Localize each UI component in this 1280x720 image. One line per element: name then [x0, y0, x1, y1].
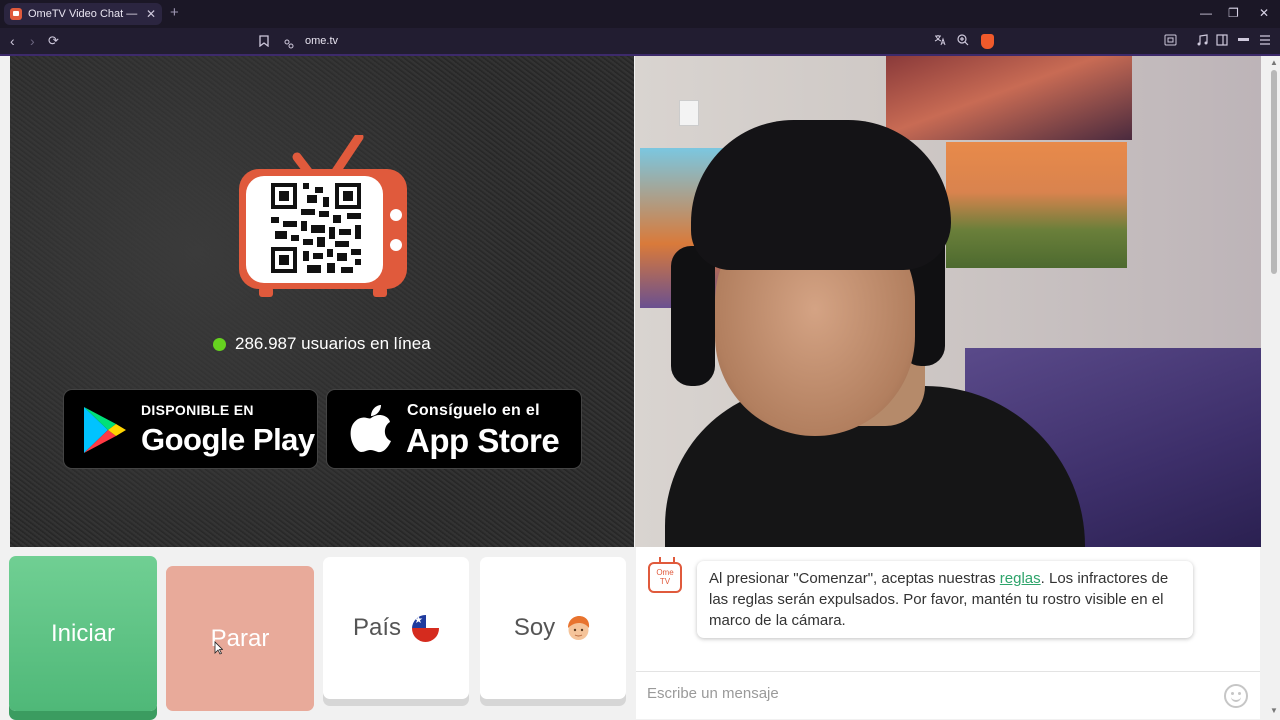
back-button[interactable]: ‹ [10, 33, 15, 49]
message-input[interactable]: Escribe un mensaje [636, 671, 1260, 719]
window-close-button[interactable]: ✕ [1259, 6, 1269, 20]
new-tab-button[interactable]: + [170, 4, 179, 21]
stop-button[interactable]: Parar [166, 567, 314, 711]
emoji-picker-icon[interactable] [1224, 684, 1248, 708]
wall-poster [886, 56, 1132, 140]
chat-logo-line2: TV [659, 577, 671, 586]
light-switch [679, 100, 699, 126]
country-button-label: País [352, 614, 402, 641]
system-message-bubble: Al presionar "Comenzar", aceptas nuestra… [697, 561, 1193, 638]
menu-icon[interactable] [1259, 34, 1271, 49]
online-status-dot-icon [213, 337, 226, 351]
boy-avatar-icon [568, 615, 590, 640]
gender-button[interactable]: Soy [480, 557, 626, 699]
google-play-small-text: DISPONIBLE EN [141, 402, 254, 418]
brave-shield-icon[interactable] [981, 34, 994, 49]
headset-left [671, 246, 715, 386]
online-users-text: 286.987 usuarios en línea [235, 334, 431, 353]
scrollbar-thumb[interactable] [1271, 70, 1277, 274]
wallet-icon[interactable] [1237, 34, 1250, 49]
ometv-chat-logo-icon: Ome TV [648, 562, 682, 593]
site-info-icon[interactable] [284, 36, 294, 52]
tab-close-icon[interactable]: ✕ [146, 7, 156, 21]
promo-panel: 286.987 usuarios en línea DISPONIBLE EN … [10, 56, 634, 547]
reload-button[interactable]: ⟳ [48, 33, 59, 49]
ometv-tv-qr-logo[interactable] [237, 135, 409, 299]
wall-poster [946, 142, 1127, 268]
chile-flag-icon: ★ [412, 614, 440, 642]
ometv-favicon-icon [10, 8, 22, 20]
rules-link[interactable]: reglas [1000, 570, 1041, 587]
start-button-label: Iniciar [50, 619, 116, 647]
app-store-small-text: Consíguelo en el [407, 402, 540, 419]
apple-logo-icon [350, 405, 391, 453]
message-text-start: Al presionar "Comenzar", aceptas nuestra… [709, 570, 1000, 587]
extensions-icon[interactable] [1164, 34, 1177, 49]
mouse-cursor-icon [214, 641, 223, 655]
zoom-icon[interactable] [957, 34, 969, 49]
page-scrollbar[interactable]: ▲ ▼ [1268, 56, 1280, 720]
ometv-page: 286.987 usuarios en línea DISPONIBLE EN … [0, 56, 1268, 720]
sidebar-icon[interactable] [1216, 34, 1228, 49]
bookmark-icon[interactable] [259, 35, 269, 50]
country-button[interactable]: País ★ [323, 557, 469, 699]
translate-icon[interactable] [934, 34, 946, 49]
restore-button[interactable]: ❐ [1228, 6, 1239, 20]
gender-button-label: Soy [513, 614, 556, 641]
chat-panel: Ome TV Al presionar "Comenzar", aceptas … [636, 547, 1260, 719]
google-play-icon [84, 407, 126, 453]
start-button[interactable]: Iniciar [9, 556, 157, 711]
google-play-badge[interactable]: DISPONIBLE EN Google Play [63, 389, 318, 469]
browser-navbar: ‹ › ⟳ ome.tv [0, 28, 1280, 56]
address-bar-url[interactable]: ome.tv [305, 35, 338, 47]
app-store-badge[interactable]: Consíguelo en el App Store [326, 389, 582, 469]
browser-tab[interactable]: OmeTV Video Chat — Omeg ✕ [4, 3, 162, 25]
tab-title: OmeTV Video Chat — Omeg [28, 8, 140, 20]
google-play-big-text: Google Play [141, 422, 315, 457]
online-users-count: 286.987 usuarios en línea [213, 334, 431, 354]
person-hair [691, 120, 951, 270]
scroll-up-arrow-icon[interactable]: ▲ [1270, 58, 1278, 67]
chat-logo-line1: Ome [656, 568, 674, 577]
media-icon[interactable] [1196, 34, 1208, 49]
message-input-placeholder: Escribe un mensaje [647, 685, 779, 702]
webcam-video-feed [635, 56, 1261, 547]
browser-tabbar: OmeTV Video Chat — Omeg ✕ + — ❐ ✕ [0, 0, 1280, 28]
forward-button[interactable]: › [30, 33, 35, 49]
scroll-down-arrow-icon[interactable]: ▼ [1270, 706, 1278, 715]
minimize-button[interactable]: — [1200, 6, 1212, 20]
app-store-big-text: App Store [406, 422, 560, 459]
